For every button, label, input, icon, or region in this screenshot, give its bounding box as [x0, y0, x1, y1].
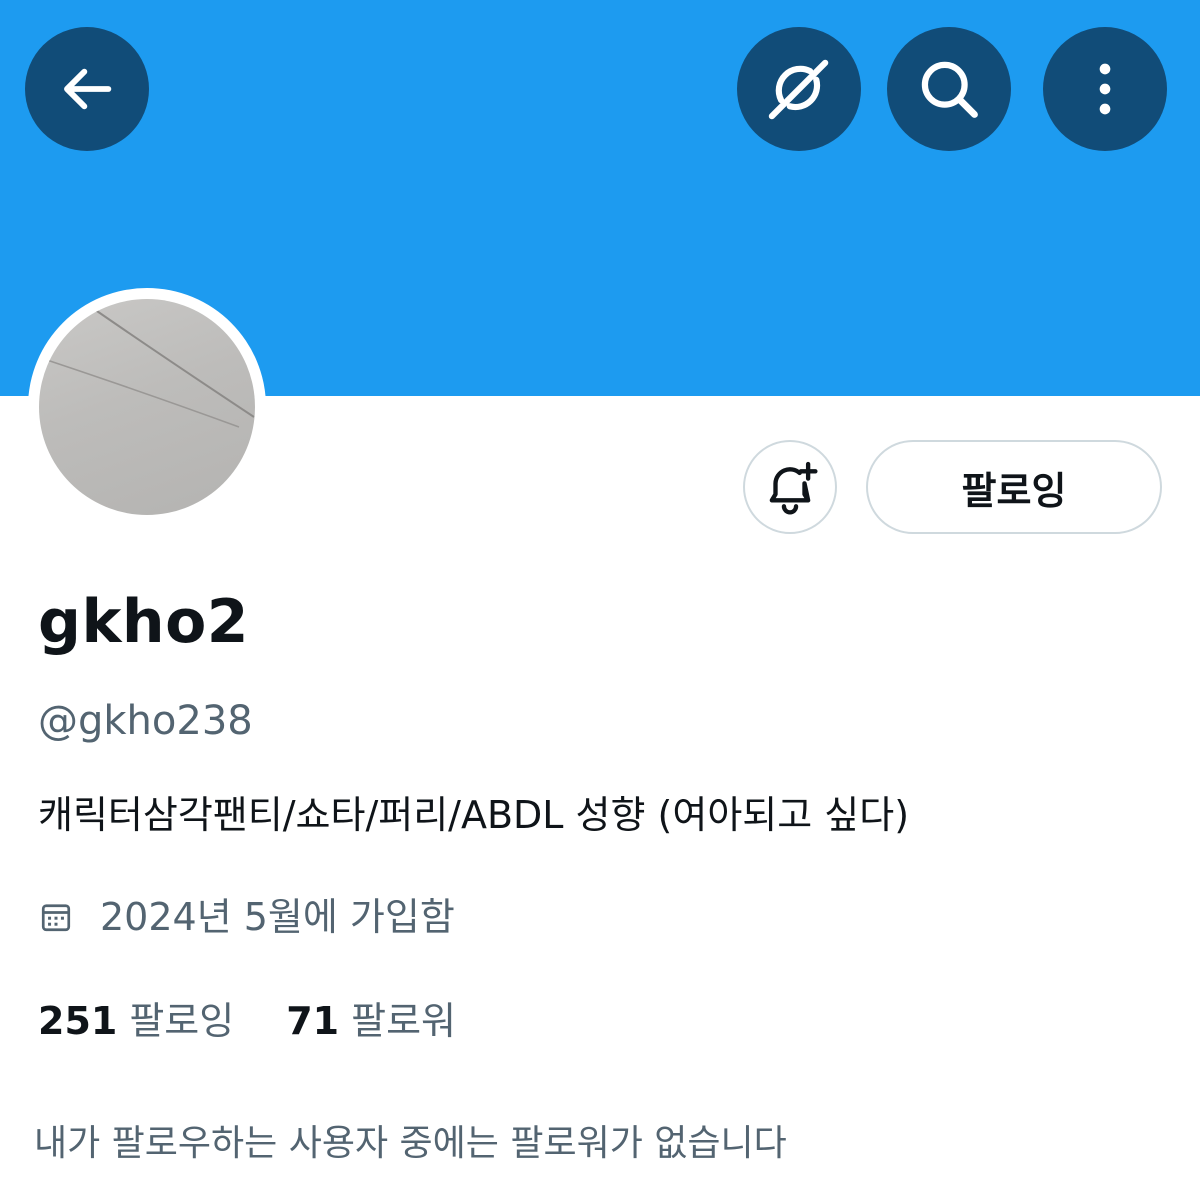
join-date: 2024년 5월에 가입함 [38, 892, 455, 942]
calendar-icon [38, 899, 74, 935]
search-button[interactable] [887, 27, 1011, 151]
profile-bio: 캐릭터삼각팬티/쇼타/퍼리/ABDL 성향 (여아되고 싶다) [38, 793, 910, 837]
user-handle: @gkho238 [38, 698, 253, 744]
more-button[interactable] [1043, 27, 1167, 151]
following-label: 팔로잉 [129, 999, 235, 1043]
follow-stats: 251 팔로잉 71 팔로워 [38, 996, 456, 1046]
grok-icon [768, 59, 829, 120]
followers-label: 팔로워 [351, 999, 456, 1043]
search-icon [921, 61, 978, 118]
followers-count: 71 [286, 999, 340, 1043]
grok-button[interactable] [737, 27, 861, 151]
following-button[interactable]: 팔로잉 [866, 440, 1162, 534]
display-name: gkho2 [38, 587, 250, 657]
followers-stat[interactable]: 71 팔로워 [286, 996, 456, 1046]
bell-plus-icon [769, 461, 818, 515]
avatar[interactable] [39, 299, 255, 515]
join-date-text: 2024년 5월에 가입함 [100, 895, 455, 939]
back-button[interactable] [25, 27, 149, 151]
arrow-left-icon [64, 68, 112, 110]
notify-button[interactable] [743, 440, 837, 534]
more-vertical-icon [1099, 63, 1111, 115]
following-count: 251 [38, 999, 118, 1043]
following-stat[interactable]: 251 팔로잉 [38, 996, 234, 1046]
followers-you-know-note: 내가 팔로우하는 사용자 중에는 팔로워가 없습니다 [34, 1123, 787, 1164]
